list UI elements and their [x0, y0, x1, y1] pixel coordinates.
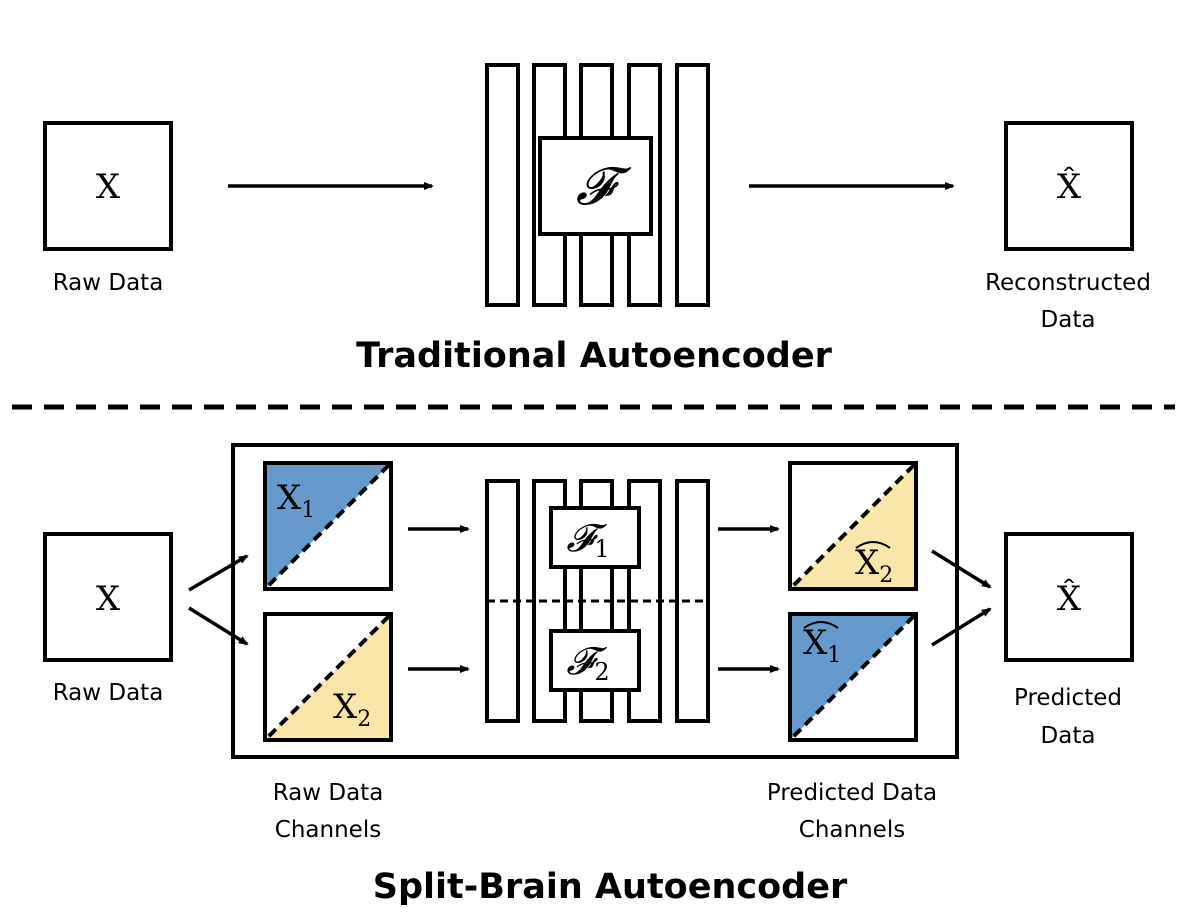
raw-channels-label-line1: Raw Data: [273, 780, 384, 806]
split-output-box: X̂: [1004, 532, 1134, 662]
raw-channel-2: X2: [263, 612, 393, 742]
split-brain-title: Split-Brain Autoencoder: [373, 867, 848, 907]
split-network: 𝓕1 𝓕2: [485, 479, 710, 723]
split-input-box: X: [43, 532, 173, 662]
input-symbol: X: [96, 579, 121, 619]
split-brain-section: X Raw Data X1 X2 Raw Data Channels 𝓕1 𝓕2…: [43, 443, 1134, 907]
arrow-up-right-icon: [931, 607, 992, 647]
output-symbol: X̂: [1057, 578, 1082, 619]
traditional-input-label: Raw Data: [53, 270, 164, 296]
network-layer: [675, 479, 710, 723]
split-output-label-line2: Data: [1041, 723, 1096, 749]
traditional-section: X Raw Data 𝓕 X̂ Reconstructed Data Tradi…: [43, 63, 1151, 376]
output-symbol: X̂: [1057, 166, 1082, 207]
input-symbol: X: [96, 167, 121, 207]
network-layer: [485, 63, 520, 307]
traditional-title: Traditional Autoencoder: [356, 336, 832, 376]
predicted-channels-label-line1: Predicted Data: [767, 780, 937, 806]
traditional-output-box: X̂: [1004, 121, 1134, 251]
raw-channel-1: X1: [263, 461, 393, 591]
predicted-channel-2: X2: [788, 461, 918, 591]
traditional-network: 𝓕: [485, 63, 710, 307]
split-output-label-line1: Predicted: [1014, 685, 1122, 711]
traditional-input-box: X: [43, 121, 173, 251]
arrow-down-right-icon: [188, 606, 249, 646]
predicted-channel-1: X1: [788, 612, 918, 742]
arrow-down-right-icon: [931, 549, 992, 589]
traditional-output-label-line1: Reconstructed: [985, 270, 1151, 296]
traditional-output-label-line2: Data: [1041, 307, 1096, 333]
predicted-channels-label-line2: Channels: [799, 817, 905, 843]
split-input-label: Raw Data: [53, 680, 164, 706]
network-layer: [675, 63, 710, 307]
split-brain-diagram: X Raw Data 𝓕 X̂ Reconstructed Data Tradi…: [12, 63, 1175, 907]
raw-channels-label-line2: Channels: [275, 817, 381, 843]
arrow-up-right-icon: [188, 554, 249, 592]
